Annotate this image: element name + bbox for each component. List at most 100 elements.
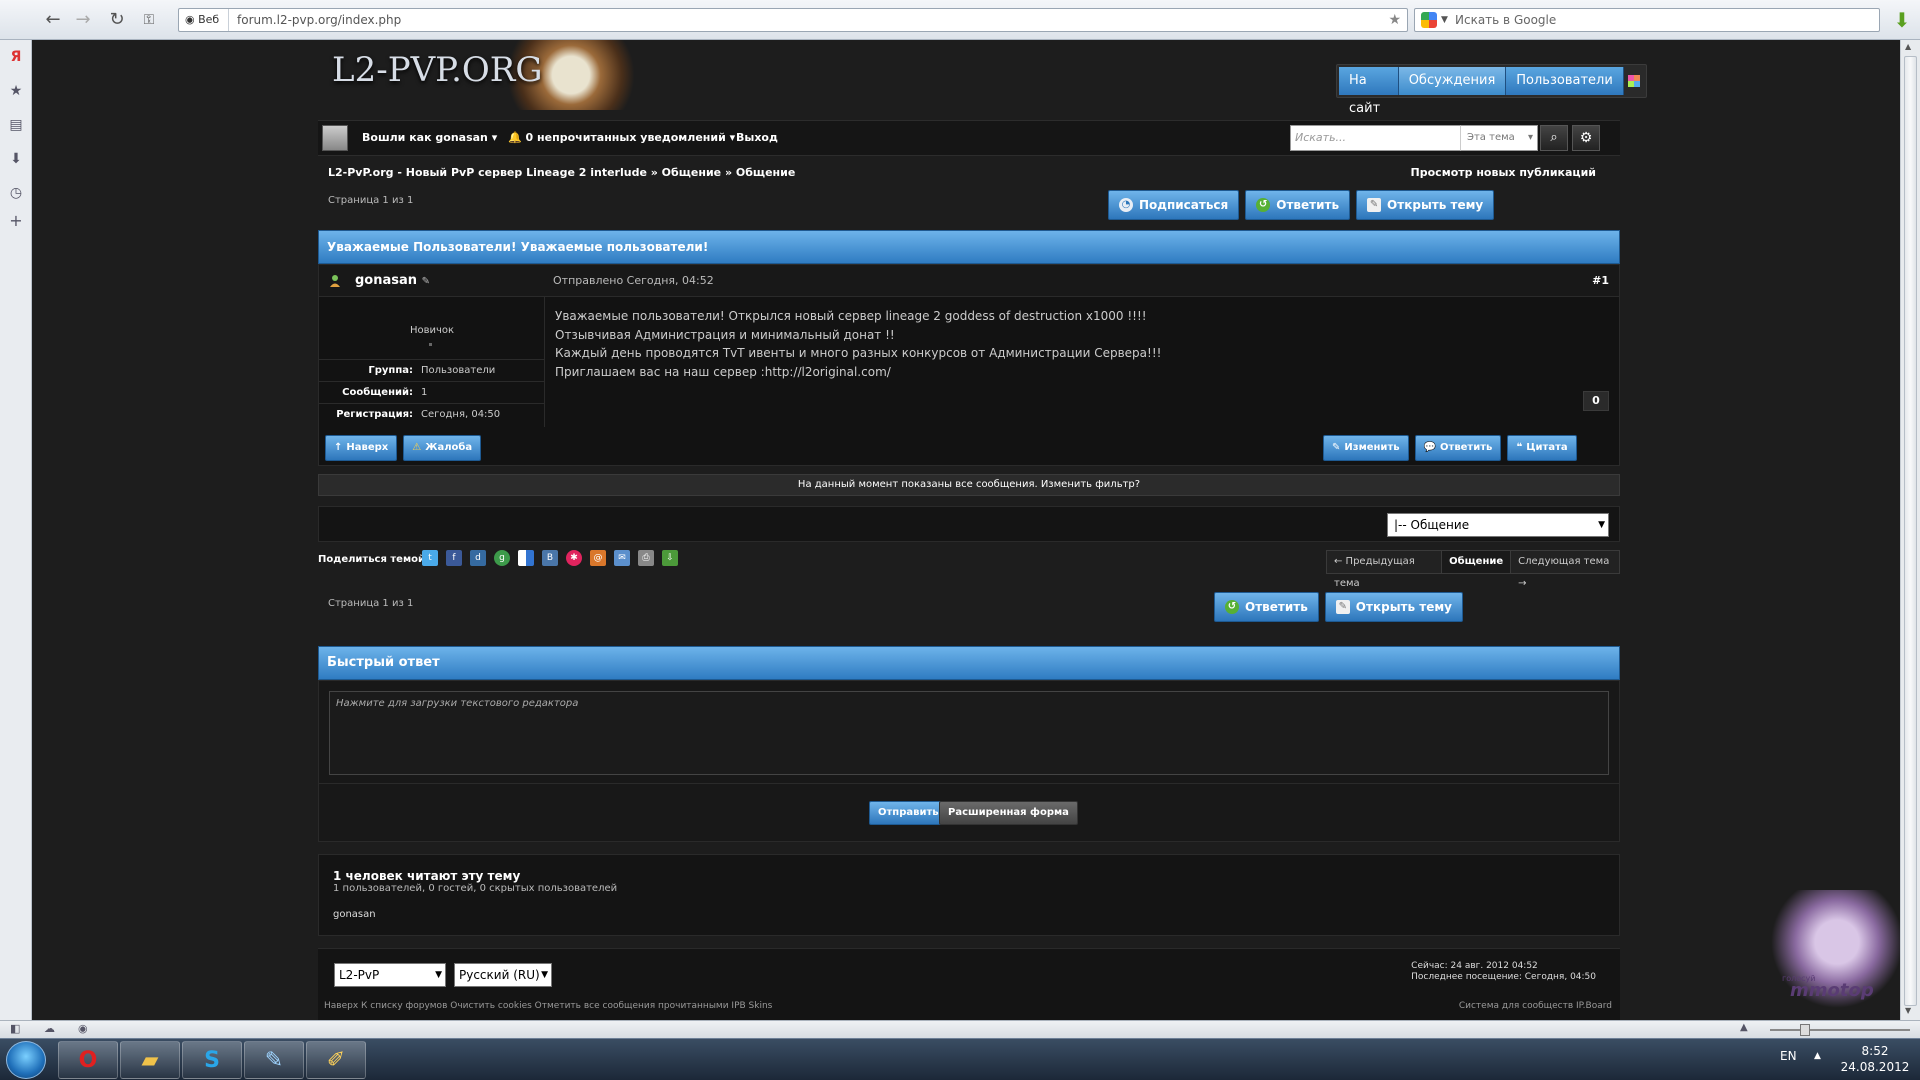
breadcrumb-forum[interactable]: » Общение bbox=[725, 166, 795, 179]
search-scope-select[interactable]: Эта тема ▾ bbox=[1460, 125, 1538, 151]
post-author[interactable]: gonasan ✎ bbox=[355, 265, 430, 298]
scroll-down-icon[interactable]: ▼ bbox=[1905, 1006, 1911, 1015]
mmotop-brand[interactable]: mmotop bbox=[1790, 980, 1874, 1001]
google-search-box[interactable]: ▼ Искать в Google bbox=[1414, 8, 1880, 32]
scroll-thumb[interactable] bbox=[1904, 56, 1917, 1006]
page-scrollbar[interactable]: ▲ ▼ bbox=[1900, 40, 1920, 1020]
back-to-top-button[interactable]: ↑ Наверх bbox=[325, 435, 398, 461]
advanced-form-button[interactable]: Расширенная форма bbox=[939, 801, 1078, 825]
google-share-icon[interactable]: g bbox=[494, 550, 510, 566]
next-topic-link[interactable]: Следующая тема → bbox=[1511, 551, 1619, 589]
opera-icon[interactable]: O bbox=[58, 1041, 118, 1079]
bookmarks-star-icon[interactable]: ★ bbox=[5, 80, 27, 102]
avatar[interactable] bbox=[322, 125, 348, 151]
user-menu[interactable]: Вошли как gonasan ▾ bbox=[362, 121, 497, 155]
reply-button-bottom[interactable]: ↺ Ответить bbox=[1214, 592, 1319, 622]
reply-editor[interactable]: Нажмите для загрузки текстового редактор… bbox=[329, 691, 1609, 775]
apps-grid-icon[interactable] bbox=[1624, 67, 1644, 95]
mailru-icon[interactable]: @ bbox=[590, 550, 606, 566]
start-button[interactable] bbox=[6, 1041, 46, 1079]
system-clock[interactable]: 8:52 24.08.2012 bbox=[1835, 1043, 1915, 1075]
back-icon[interactable]: ← bbox=[40, 8, 66, 32]
add-panel-icon[interactable]: + bbox=[5, 210, 27, 232]
current-forum-link[interactable]: Общение bbox=[1442, 551, 1512, 573]
site-logo[interactable]: L2-PVP.ORG bbox=[318, 40, 658, 112]
explorer-folder-icon[interactable]: ▰ bbox=[120, 1041, 180, 1079]
footer-copyright[interactable]: Система для сообществ IP.Board bbox=[1459, 1001, 1612, 1011]
language-indicator[interactable]: EN bbox=[1780, 1049, 1797, 1063]
reader-name[interactable]: gonasan bbox=[333, 909, 376, 920]
download-icon[interactable]: ⇩ bbox=[662, 550, 678, 566]
browser-sidebar: Я ★ ▤ ⬇ ◷ + bbox=[0, 40, 32, 1020]
post-number[interactable]: #1 bbox=[1592, 265, 1609, 297]
skype-icon[interactable]: S bbox=[182, 1041, 242, 1079]
subscribe-button[interactable]: ◔ Подписаться bbox=[1108, 190, 1240, 220]
zoom-slider-thumb[interactable] bbox=[1800, 1024, 1810, 1036]
divider bbox=[319, 783, 1619, 784]
new-topic-button-bottom[interactable]: ✎ Открыть тему bbox=[1324, 592, 1463, 622]
warning-icon: ⚠ bbox=[412, 442, 422, 453]
search-input[interactable]: Искать... bbox=[1290, 125, 1464, 151]
scroll-up-icon[interactable]: ▲ bbox=[1905, 42, 1911, 51]
digg-icon[interactable]: d bbox=[470, 550, 486, 566]
breadcrumb-home[interactable]: L2-PvP.org - Новый PvP сервер Lineage 2 … bbox=[328, 166, 647, 179]
skin-select[interactable]: L2-PvP ▼ bbox=[334, 963, 446, 987]
arrow-up-icon: ↑ bbox=[334, 442, 343, 453]
post-reply-button[interactable]: 💬 Ответить bbox=[1414, 435, 1502, 461]
paint-icon[interactable]: ✐ bbox=[306, 1041, 366, 1079]
gear-icon[interactable]: ⚙ bbox=[1572, 125, 1600, 151]
nav-site[interactable]: На сайт bbox=[1339, 67, 1399, 116]
yandex-icon[interactable]: Я bbox=[5, 46, 27, 68]
speed-dial-icon[interactable]: ◉ bbox=[78, 1022, 88, 1035]
quote-button[interactable]: ❝ Цитата bbox=[1507, 435, 1577, 461]
email-icon[interactable]: ✉ bbox=[614, 550, 630, 566]
current-time: Сейчас: 24 авг. 2012 04:52 bbox=[1411, 961, 1538, 971]
nav-discussions[interactable]: Обсуждения bbox=[1398, 67, 1507, 95]
zoom-slider[interactable] bbox=[1770, 1029, 1910, 1031]
downloads-icon[interactable]: ⬇ bbox=[5, 148, 27, 170]
view-new-posts-link[interactable]: Просмотр новых публикаций bbox=[1411, 166, 1596, 179]
previous-topic-link[interactable]: ← Предыдущая тема bbox=[1327, 551, 1443, 589]
google-icon[interactable] bbox=[1421, 12, 1437, 28]
search-engine-dropdown-icon[interactable]: ▼ bbox=[1441, 9, 1448, 31]
print-icon[interactable]: ⎙ bbox=[638, 550, 654, 566]
notifications-label: непрочитанных уведомлений bbox=[537, 131, 726, 144]
vkontakte-icon[interactable]: B bbox=[542, 550, 558, 566]
panel-toggle-icon[interactable]: ◧ bbox=[10, 1022, 20, 1035]
cloud-icon[interactable]: ☁ bbox=[44, 1022, 55, 1035]
key-icon[interactable]: ⚿ bbox=[136, 8, 162, 32]
history-clock-icon[interactable]: ◷ bbox=[5, 182, 27, 204]
report-button[interactable]: ⚠ Жалоба bbox=[403, 435, 482, 461]
reload-icon[interactable]: ↻ bbox=[104, 8, 130, 32]
address-bar[interactable]: ◉ Веб forum.l2-pvp.org/index.php ★ bbox=[178, 8, 1408, 32]
zoom-up-icon[interactable]: ▲ bbox=[1740, 1022, 1748, 1033]
breadcrumb-category[interactable]: » Общение bbox=[651, 166, 721, 179]
twitter-icon[interactable]: t bbox=[422, 550, 438, 566]
reputation-count[interactable]: 0 bbox=[1583, 391, 1609, 411]
new-topic-button[interactable]: ✎ Открыть тему bbox=[1356, 190, 1495, 220]
notifications-menu[interactable]: 🔔 0 непрочитанных уведомлений ▾ bbox=[508, 121, 735, 155]
edit-button[interactable]: ✎ Изменить bbox=[1323, 435, 1409, 461]
forward-icon[interactable]: → bbox=[70, 8, 96, 32]
download-arrow-icon[interactable]: ⬇ bbox=[1890, 8, 1914, 32]
language-select[interactable]: Русский (RU) ▼ bbox=[454, 963, 552, 987]
reply-button[interactable]: ↺ Ответить bbox=[1245, 190, 1351, 220]
livejournal-icon[interactable]: ✱ bbox=[566, 550, 582, 566]
footer-links[interactable]: Наверх К списку форумов Очистить cookies… bbox=[324, 1001, 772, 1011]
facebook-icon[interactable]: f bbox=[446, 550, 462, 566]
bookmark-star-icon[interactable]: ★ bbox=[1388, 9, 1401, 31]
logout-link[interactable]: Выход bbox=[736, 121, 778, 155]
search-icon[interactable]: ⌕ bbox=[1540, 125, 1568, 151]
breadcrumb: L2-PvP.org - Новый PvP сервер Lineage 2 … bbox=[328, 166, 795, 179]
send-button[interactable]: Отправить bbox=[869, 801, 948, 825]
tray-expand-icon[interactable]: ▲ bbox=[1814, 1051, 1821, 1061]
notes-icon[interactable]: ▤ bbox=[5, 114, 27, 136]
delicious-icon[interactable] bbox=[518, 550, 534, 566]
post-filter-bar[interactable]: На данный момент показаны все сообщения.… bbox=[318, 474, 1620, 496]
forum-jump-select[interactable]: |-- Общение ▼ bbox=[1387, 513, 1609, 537]
post-line[interactable]: Приглашаем вас на наш сервер :http://l2o… bbox=[555, 363, 1161, 382]
nav-users[interactable]: Пользователи bbox=[1506, 67, 1624, 95]
web-badge[interactable]: ◉ Веб bbox=[179, 9, 229, 31]
notepad-icon[interactable]: ✎ bbox=[244, 1041, 304, 1079]
url-text[interactable]: forum.l2-pvp.org/index.php bbox=[237, 9, 401, 31]
